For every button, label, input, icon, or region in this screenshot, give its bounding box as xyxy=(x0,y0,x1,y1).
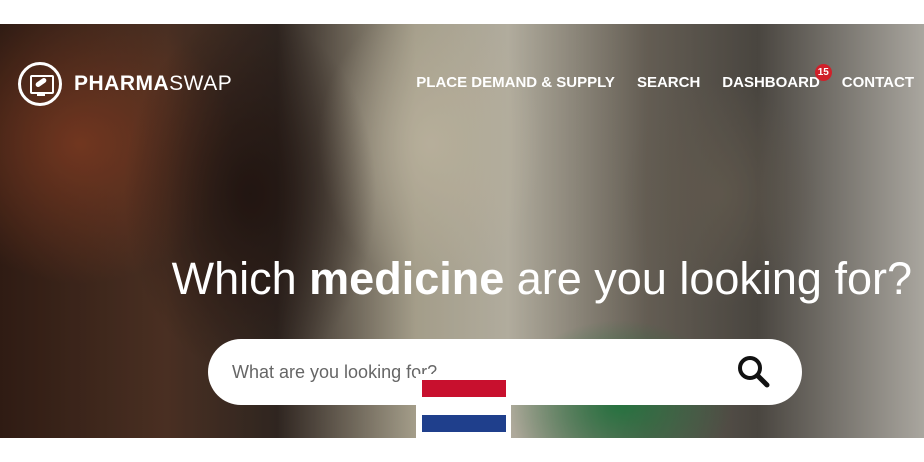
headline-post: are you looking for? xyxy=(504,253,912,304)
headline-emphasis: medicine xyxy=(309,253,505,304)
nav-contact[interactable]: CONTACT xyxy=(842,74,914,91)
brand-name: PHARMASWAP xyxy=(74,72,232,96)
nav-dashboard[interactable]: DASHBOARD 15 xyxy=(722,64,832,91)
monitor-pill-icon xyxy=(18,62,62,106)
logo[interactable]: PHARMASWAP xyxy=(18,62,232,106)
hero-headline: Which medicine are you looking for? xyxy=(0,253,924,305)
brand-name-light: SWAP xyxy=(169,72,233,95)
notification-badge: 15 xyxy=(814,64,832,81)
magnifier-icon xyxy=(738,356,770,388)
brand-name-bold: PHARMA xyxy=(74,72,170,95)
main-nav: PLACE DEMAND & SUPPLY SEARCH DASHBOARD 15… xyxy=(416,64,914,91)
nav-place-demand-supply[interactable]: PLACE DEMAND & SUPPLY xyxy=(416,74,615,91)
flag-blue-stripe xyxy=(422,414,506,432)
headline-pre: Which xyxy=(171,253,310,304)
nav-search[interactable]: SEARCH xyxy=(637,74,700,91)
flag-red-stripe xyxy=(422,380,506,398)
flag-white-stripe xyxy=(422,397,506,415)
search-button[interactable] xyxy=(736,354,772,390)
nav-dashboard-label: DASHBOARD xyxy=(722,74,820,91)
netherlands-flag-icon[interactable] xyxy=(416,374,511,438)
